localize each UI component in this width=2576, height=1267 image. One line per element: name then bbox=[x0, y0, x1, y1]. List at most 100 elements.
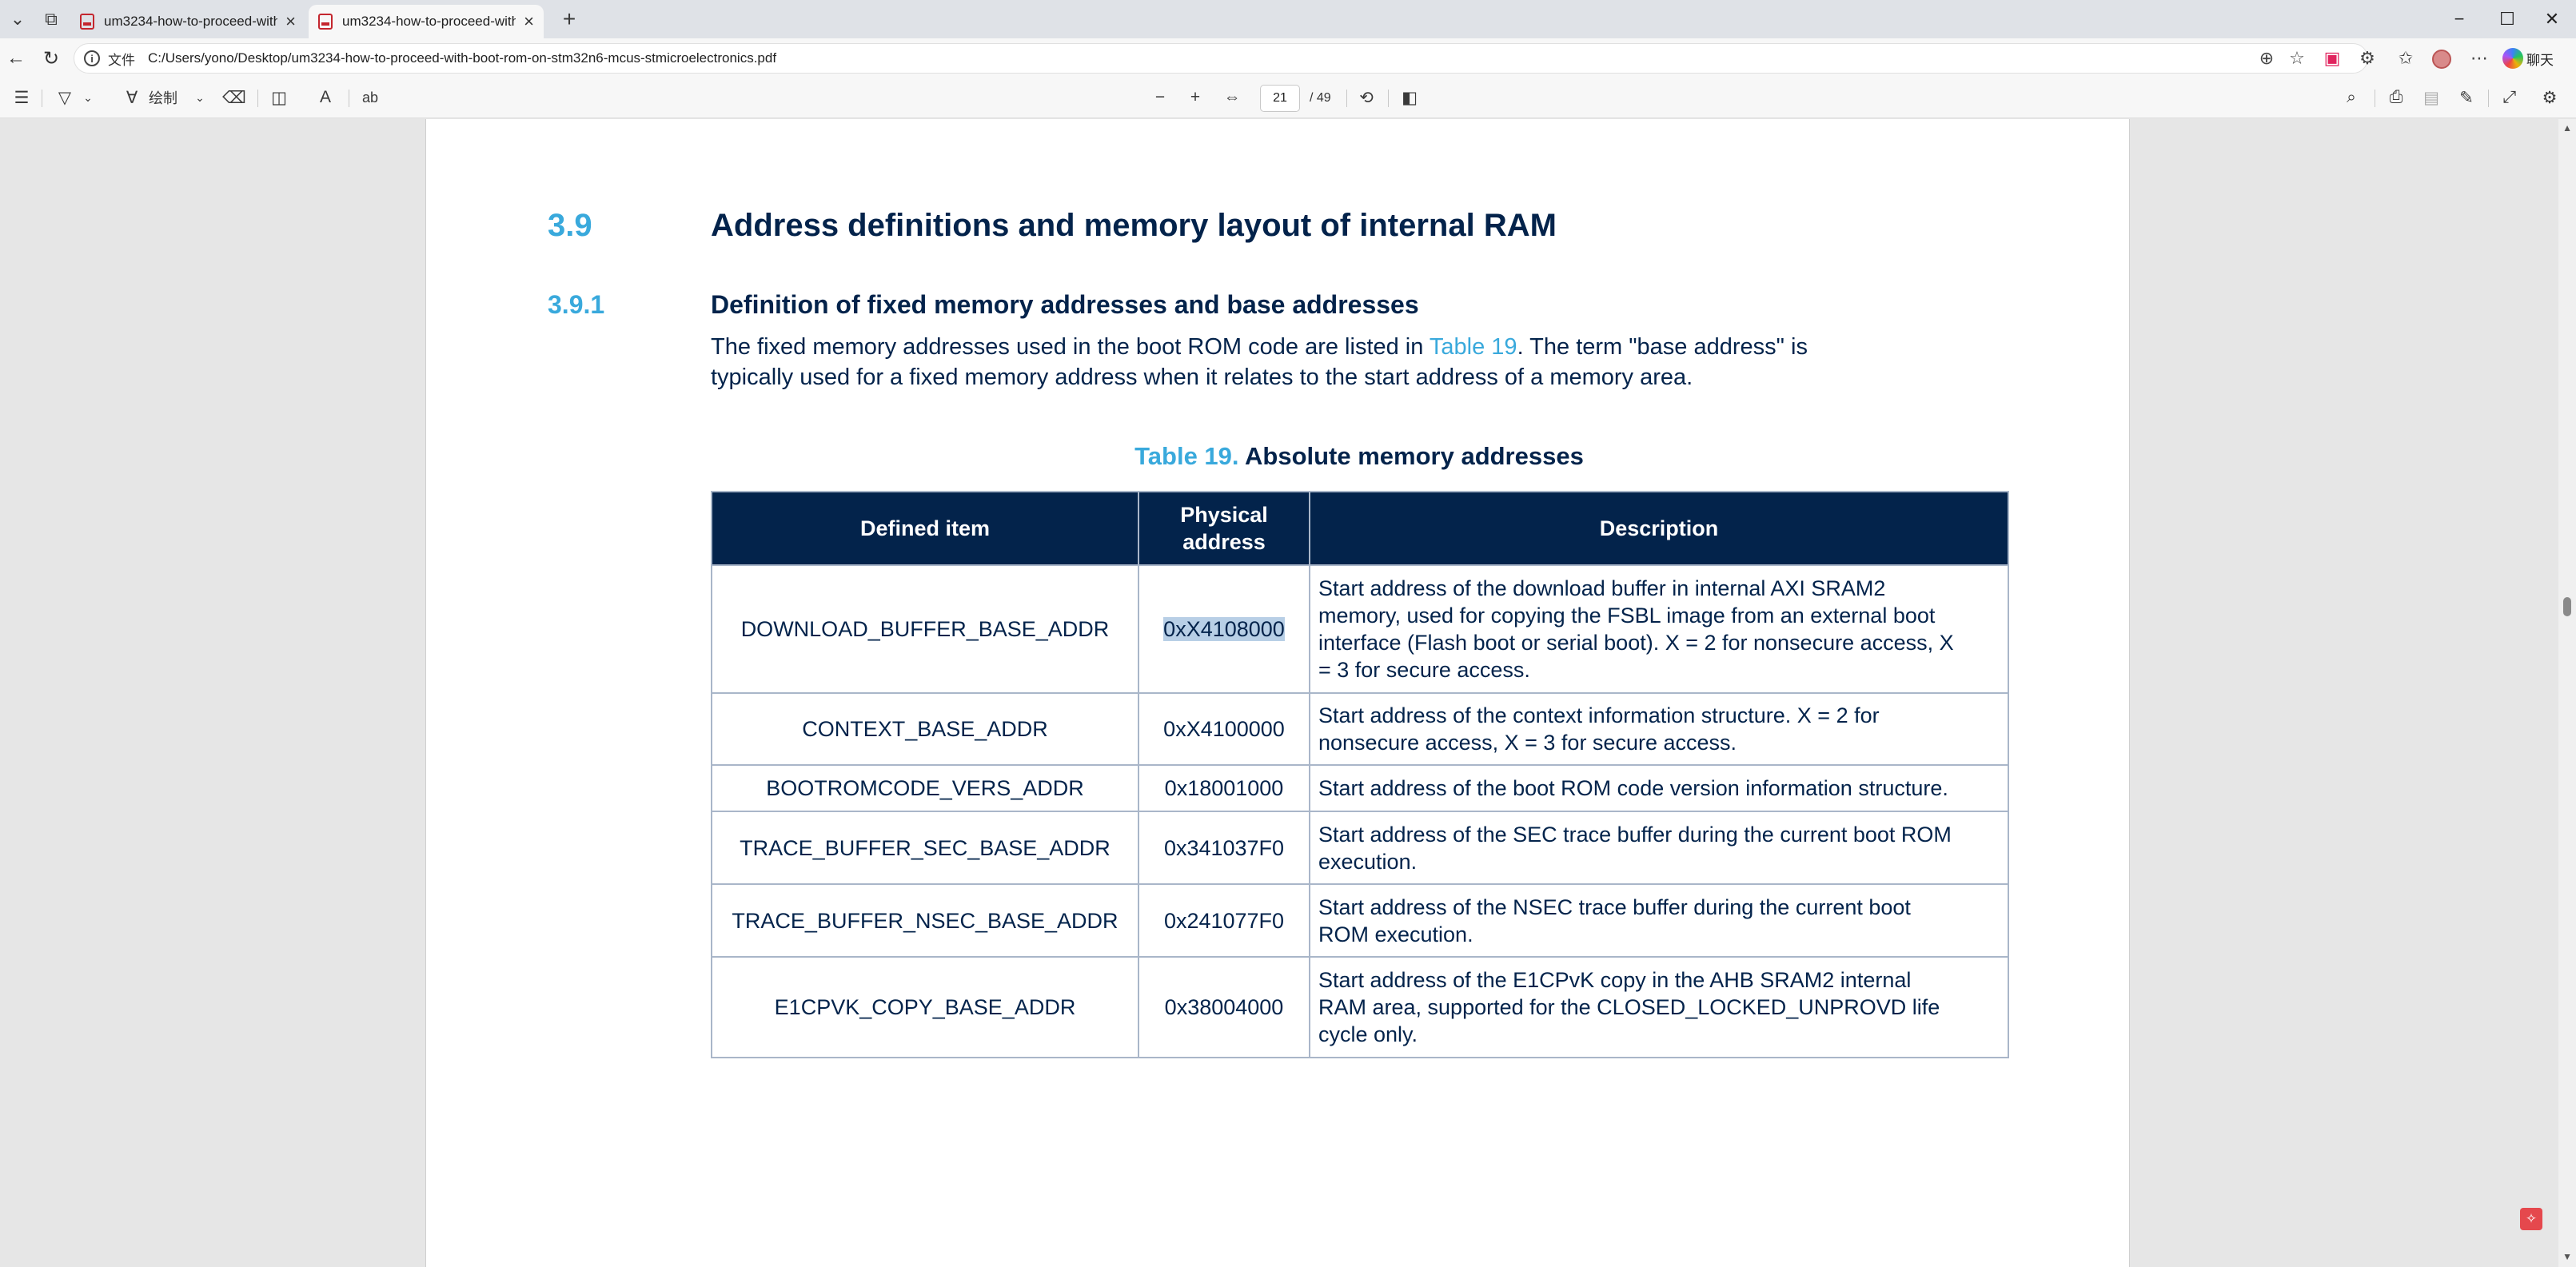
zoom-out-icon[interactable]: − bbox=[1148, 85, 1172, 110]
search-icon[interactable]: ⌕ bbox=[2339, 85, 2363, 110]
section-title: Address definitions and memory layout of… bbox=[711, 208, 1557, 243]
save-icon[interactable]: ▤ bbox=[2419, 85, 2443, 110]
close-tab-icon[interactable]: × bbox=[524, 11, 534, 32]
page-total: / 49 bbox=[1310, 91, 1331, 105]
toolbar-divider bbox=[1388, 90, 1389, 107]
selected-text-highlight[interactable]: 0xX4108000 bbox=[1163, 617, 1285, 641]
cell-physical-address: 0x18001000 bbox=[1138, 764, 1310, 812]
description-line: nonsecure access, X = 3 for secure acces… bbox=[1318, 731, 1737, 755]
extensions-puzzle-icon[interactable]: ⚙ bbox=[2354, 45, 2381, 72]
scroll-up-arrow-icon[interactable]: ▲ bbox=[2562, 122, 2572, 133]
pdf-page: 3.9 Address definitions and memory layou… bbox=[425, 119, 2130, 1267]
extension-icon[interactable]: ▣ bbox=[2319, 45, 2346, 72]
cell-defined-item: DOWNLOAD_BUFFER_BASE_ADDR bbox=[711, 564, 1139, 694]
workspaces-icon[interactable]: ⧉ bbox=[37, 6, 66, 32]
back-icon[interactable]: ← bbox=[2, 45, 30, 72]
view-mode-icon[interactable]: ◫ bbox=[267, 85, 291, 110]
highlight-icon[interactable]: ▽ bbox=[53, 85, 77, 110]
page-number-input[interactable]: 21 bbox=[1260, 85, 1300, 112]
table-caption-title: Absolute memory addresses bbox=[1245, 442, 1584, 470]
profile-avatar[interactable] bbox=[2432, 50, 2451, 69]
description-line: RAM area, supported for the CLOSED_LOCKE… bbox=[1318, 995, 1940, 1019]
cell-description: Start address of the download buffer in … bbox=[1309, 564, 2009, 694]
cell-physical-address: 0xX4100000 bbox=[1138, 692, 1310, 766]
new-tab-button[interactable]: + bbox=[555, 6, 584, 32]
body-paragraph: The fixed memory addresses used in the b… bbox=[711, 332, 2006, 392]
table-row: CONTEXT_BASE_ADDR 0xX4100000 Start addre… bbox=[711, 692, 2009, 766]
draw-label[interactable]: 绘制 bbox=[149, 85, 177, 110]
header-description: Description bbox=[1309, 491, 2009, 566]
table-row: TRACE_BUFFER_NSEC_BASE_ADDR 0x241077F0 S… bbox=[711, 883, 2009, 958]
description-line: Start address of the SEC trace buffer du… bbox=[1318, 822, 1952, 847]
description-line: = 3 for secure access. bbox=[1318, 658, 1530, 682]
scrollbar-thumb[interactable] bbox=[2563, 597, 2571, 616]
table-header-row: Defined item Physical address Descriptio… bbox=[711, 491, 2009, 566]
acrobat-icon[interactable]: ✧ bbox=[2520, 1208, 2542, 1230]
vertical-scrollbar[interactable]: ▲ ▼ bbox=[2558, 119, 2576, 1267]
close-window-icon[interactable]: ✕ bbox=[2528, 3, 2576, 35]
close-tab-icon[interactable]: × bbox=[285, 11, 296, 32]
table-row: BOOTROMCODE_VERS_ADDR 0x18001000 Start a… bbox=[711, 764, 2009, 812]
table-row: DOWNLOAD_BUFFER_BASE_ADDR 0xX4108000 Sta… bbox=[711, 564, 2009, 694]
scroll-down-arrow-icon[interactable]: ▼ bbox=[2562, 1251, 2572, 1262]
eraser-icon[interactable]: ⌫ bbox=[222, 85, 246, 110]
table-reference-link[interactable]: Table 19 bbox=[1430, 334, 1517, 360]
toolbar-divider bbox=[257, 90, 258, 107]
description-line: memory, used for copying the FSBL image … bbox=[1318, 604, 1936, 628]
cell-description: Start address of the SEC trace buffer du… bbox=[1309, 811, 2009, 885]
header-physical-address-line2: address bbox=[1182, 530, 1266, 554]
draw-dropdown-icon[interactable]: ⌄ bbox=[192, 85, 208, 110]
info-icon[interactable]: i bbox=[84, 50, 100, 66]
file-scheme-label: 文件 bbox=[108, 52, 135, 68]
highlight-dropdown-icon[interactable]: ⌄ bbox=[80, 85, 96, 110]
memory-address-table: Defined item Physical address Descriptio… bbox=[711, 491, 2009, 1058]
cell-description: Start address of the context information… bbox=[1309, 692, 2009, 766]
cell-defined-item: E1CPVK_COPY_BASE_ADDR bbox=[711, 956, 1139, 1058]
tab-pdf-2[interactable]: um3234-how-to-proceed-with-boot-rom-on-s… bbox=[309, 5, 544, 38]
fullscreen-icon[interactable]: ⤢ bbox=[2498, 85, 2522, 110]
description-line: Start address of the E1CPvK copy in the … bbox=[1318, 968, 1912, 992]
subsection-title: Definition of fixed memory addresses and… bbox=[711, 290, 1419, 319]
tab-actions-chevron-icon[interactable]: ⌄ bbox=[3, 6, 32, 32]
fit-width-icon[interactable]: ⇔ bbox=[1218, 85, 1246, 110]
tab-strip: ⌄ ⧉ um3234-how-to-proceed-with-boot-rom-… bbox=[0, 0, 2576, 38]
favorites-icon[interactable]: ✩ bbox=[2392, 45, 2419, 72]
subsection-number: 3.9.1 bbox=[548, 290, 605, 319]
more-menu-icon[interactable]: ⋯ bbox=[2466, 45, 2493, 72]
description-line: ROM execution. bbox=[1318, 922, 1473, 946]
read-aloud-icon[interactable]: A bbox=[313, 85, 337, 110]
cell-description: Start address of the E1CPvK copy in the … bbox=[1309, 956, 2009, 1058]
refresh-icon[interactable]: ↻ bbox=[37, 45, 66, 72]
table-caption-number: Table 19. bbox=[1134, 442, 1239, 470]
cell-defined-item: TRACE_BUFFER_NSEC_BASE_ADDR bbox=[711, 883, 1139, 958]
address-bar[interactable]: i 文件 C:/Users/yono/Desktop/um3234-how-to… bbox=[74, 43, 2368, 74]
cell-description: Start address of the boot ROM code versi… bbox=[1309, 764, 2009, 812]
url-text[interactable]: C:/Users/yono/Desktop/um3234-how-to-proc… bbox=[148, 50, 776, 66]
print-icon[interactable]: ⎙ bbox=[2384, 85, 2408, 110]
rotate-icon[interactable]: ⟲ bbox=[1354, 85, 1378, 110]
table-row: TRACE_BUFFER_SEC_BASE_ADDR 0x341037F0 St… bbox=[711, 811, 2009, 885]
translate-icon[interactable]: ab bbox=[358, 85, 382, 110]
draw-icon[interactable]: ∀ bbox=[120, 85, 144, 110]
cell-description: Start address of the NSEC trace buffer d… bbox=[1309, 883, 2009, 958]
tab-pdf-1[interactable]: um3234-how-to-proceed-with-boot-rom-on-s… bbox=[70, 5, 305, 38]
cell-defined-item: CONTEXT_BASE_ADDR bbox=[711, 692, 1139, 766]
zoom-in-icon[interactable]: + bbox=[1183, 85, 1207, 110]
copilot-button[interactable]: 聊天 bbox=[2502, 46, 2554, 70]
save-as-icon[interactable]: ✎ bbox=[2454, 85, 2478, 110]
minimize-icon[interactable]: − bbox=[2435, 3, 2483, 35]
page-view-icon[interactable]: ◧ bbox=[1398, 85, 1422, 110]
pdf-icon bbox=[318, 14, 333, 30]
pdf-viewer[interactable]: 3.9 Address definitions and memory layou… bbox=[0, 119, 2576, 1267]
table-caption: Table 19. Absolute memory addresses bbox=[711, 442, 2008, 471]
favorite-star-icon[interactable]: ☆ bbox=[2283, 45, 2311, 72]
header-defined-item: Defined item bbox=[711, 491, 1139, 566]
description-line: Start address of the boot ROM code versi… bbox=[1318, 776, 1948, 800]
maximize-icon[interactable]: ☐ bbox=[2483, 3, 2531, 35]
cell-defined-item: BOOTROMCODE_VERS_ADDR bbox=[711, 764, 1139, 812]
table-of-contents-icon[interactable]: ☰ bbox=[10, 85, 34, 110]
paragraph-text: . The term "base address" is bbox=[1517, 334, 1808, 360]
settings-gear-icon[interactable]: ⚙ bbox=[2538, 85, 2562, 110]
zoom-icon[interactable]: ⊕ bbox=[2253, 45, 2280, 72]
header-physical-address-line1: Physical bbox=[1180, 503, 1268, 527]
